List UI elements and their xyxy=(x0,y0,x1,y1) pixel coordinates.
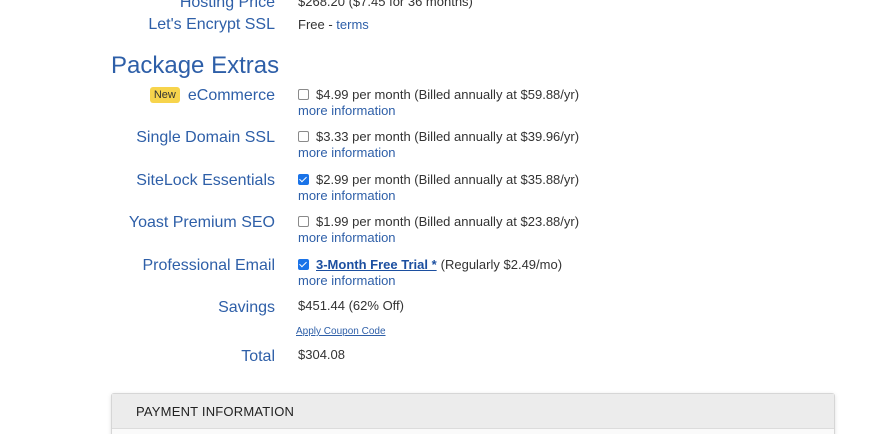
ssl-value: Free xyxy=(298,17,325,32)
payment-information-header: PAYMENT INFORMATION xyxy=(112,394,834,429)
savings-value: $451.44 (62% Off) xyxy=(298,298,404,313)
extra-option-yoast: $1.99 per month (Billed annually at $23.… xyxy=(298,213,579,246)
more-information-link[interactable]: more information xyxy=(298,230,579,246)
more-information-link[interactable]: more information xyxy=(298,145,579,161)
professional-email-checkbox[interactable] xyxy=(298,258,309,270)
extra-price-text: $2.99 per month (Billed annually at $35.… xyxy=(316,171,580,187)
ssl-value-row: Free - terms xyxy=(298,17,369,33)
hosting-price-value: $268.20 ($7.45 for 36 months) xyxy=(298,0,473,9)
extra-option-sitelock: $2.99 per month (Billed annually at $35.… xyxy=(298,171,579,204)
extra-label-professional-email: Professional Email xyxy=(142,257,276,274)
ecommerce-checkbox[interactable] xyxy=(298,88,309,100)
yoast-checkbox[interactable] xyxy=(298,215,309,227)
checkout-page: Hosting Price $268.20 ($7.45 for 36 mont… xyxy=(0,0,880,434)
extra-option-professional-email: 3-Month Free Trial * (Regularly $2.49/mo… xyxy=(298,256,562,289)
free-trial-link[interactable]: 3-Month Free Trial * xyxy=(316,257,437,272)
package-extras-title: Package Extras xyxy=(111,52,280,79)
extra-label-sitelock: SiteLock Essentials xyxy=(136,172,275,189)
more-information-link[interactable]: more information xyxy=(298,273,562,289)
total-label: Total xyxy=(241,348,275,365)
single-domain-ssl-checkbox[interactable] xyxy=(298,130,309,142)
extra-price-text: (Regularly $2.49/mo) xyxy=(440,256,563,272)
ssl-separator: - xyxy=(324,17,337,32)
savings-label: Savings xyxy=(218,299,275,316)
payment-information-panel: PAYMENT INFORMATION xyxy=(111,393,835,434)
extra-label-ecommerce: New eCommerce xyxy=(149,87,275,105)
extra-price-text: $4.99 per month (Billed annually at $59.… xyxy=(316,86,580,102)
extra-price-text: $3.33 per month (Billed annually at $39.… xyxy=(316,128,580,144)
extra-price-text: $1.99 per month (Billed annually at $23.… xyxy=(316,213,580,229)
extra-label-yoast: Yoast Premium SEO xyxy=(128,214,275,231)
ssl-label: Let's Encrypt SSL xyxy=(148,16,275,33)
more-information-link[interactable]: more information xyxy=(298,103,579,119)
sitelock-checkbox[interactable] xyxy=(298,173,309,185)
extra-label-single-domain-ssl: Single Domain SSL xyxy=(136,129,275,146)
extra-option-ecommerce: $4.99 per month (Billed annually at $59.… xyxy=(298,86,579,119)
apply-coupon-link[interactable]: Apply Coupon Code xyxy=(296,326,386,337)
ssl-terms-link[interactable]: terms xyxy=(336,17,369,32)
new-badge: New xyxy=(149,87,180,103)
hosting-price-label: Hosting Price xyxy=(179,0,275,11)
more-information-link[interactable]: more information xyxy=(298,188,579,204)
extra-label-text: eCommerce xyxy=(187,87,275,104)
total-value: $304.08 xyxy=(298,347,345,362)
extra-option-single-domain-ssl: $3.33 per month (Billed annually at $39.… xyxy=(298,128,579,161)
